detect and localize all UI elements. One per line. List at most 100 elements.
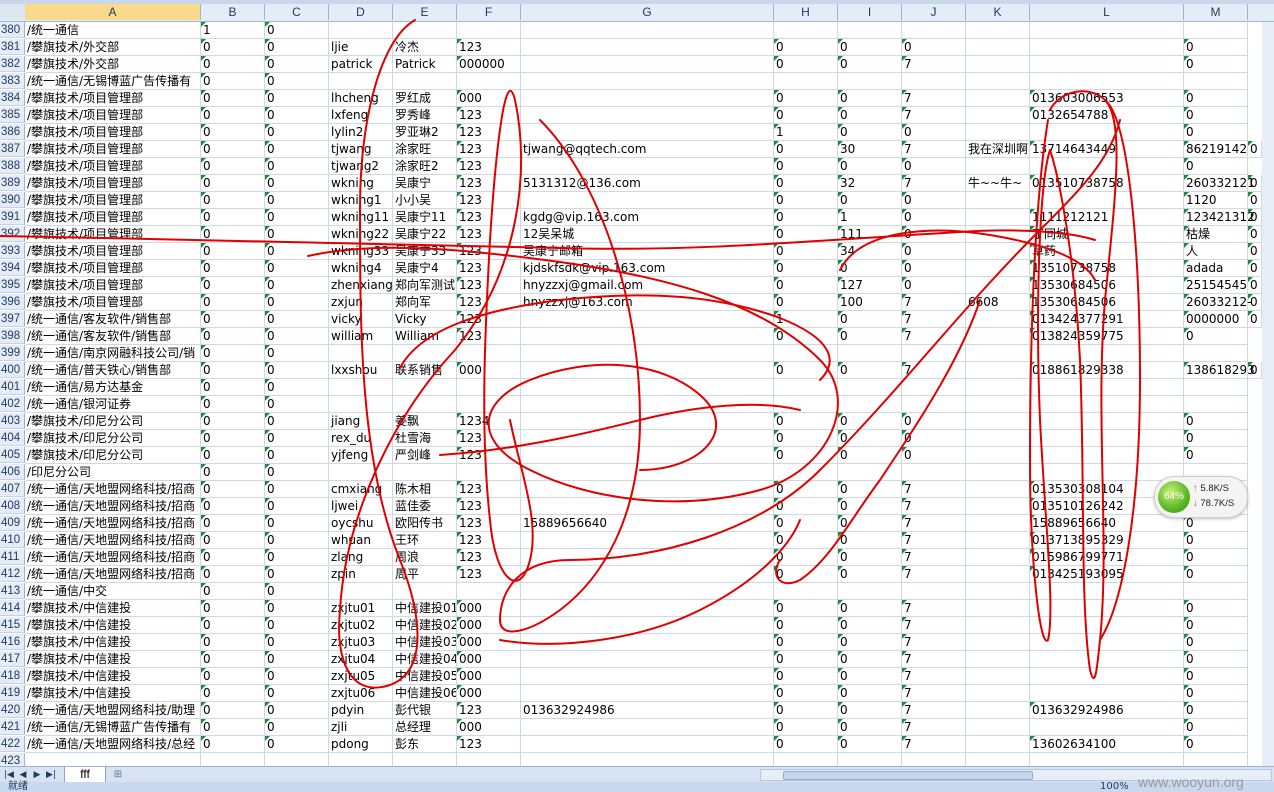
- cell-h[interactable]: [774, 379, 838, 396]
- cell-a[interactable]: /攀旗技术/中信建投: [25, 617, 201, 634]
- cell-b[interactable]: 0: [201, 447, 265, 464]
- cell-h[interactable]: 0: [774, 260, 838, 277]
- cell-h[interactable]: 0: [774, 549, 838, 566]
- cell-c[interactable]: 0: [265, 685, 329, 702]
- row-header[interactable]: 383: [0, 73, 25, 89]
- cell-l[interactable]: 015986799771: [1030, 549, 1184, 566]
- cell-f[interactable]: 000: [457, 685, 521, 702]
- cell-l[interactable]: 013713895329: [1030, 532, 1184, 549]
- cell-e[interactable]: [393, 396, 457, 413]
- cell-k[interactable]: [966, 107, 1030, 124]
- cell-i[interactable]: 0: [838, 362, 902, 379]
- cell-k[interactable]: [966, 753, 1030, 766]
- cell-j[interactable]: 7: [902, 736, 966, 753]
- cell-l[interactable]: 013632924986: [1030, 702, 1184, 719]
- cell-d[interactable]: wkning11: [329, 209, 393, 226]
- cell-f[interactable]: 123: [457, 311, 521, 328]
- cell-h[interactable]: 0: [774, 226, 838, 243]
- cell-i[interactable]: 111: [838, 226, 902, 243]
- cell-f[interactable]: 123: [457, 107, 521, 124]
- cell-m[interactable]: 0: [1184, 617, 1248, 634]
- cell-m[interactable]: 260332121: [1184, 175, 1255, 192]
- cell-b[interactable]: 0: [201, 328, 265, 345]
- row-header[interactable]: 397: [0, 311, 25, 327]
- cell-e[interactable]: 吴康宁4: [393, 260, 457, 277]
- cell-m[interactable]: 25154545: [1184, 277, 1248, 294]
- cell-l[interactable]: 13530684506: [1030, 277, 1184, 294]
- cell-d[interactable]: oycshu: [329, 515, 393, 532]
- cell-a[interactable]: /攀旗技术/外交部: [25, 56, 201, 73]
- cell-f[interactable]: 123: [457, 294, 521, 311]
- cell-k[interactable]: [966, 736, 1030, 753]
- cell-c[interactable]: 0: [265, 175, 329, 192]
- cell-b[interactable]: 0: [201, 192, 265, 209]
- cell-d[interactable]: lxfeng: [329, 107, 393, 124]
- cell-j[interactable]: 0: [902, 124, 966, 141]
- cell-n[interactable]: 0: [1248, 226, 1262, 243]
- cell-i[interactable]: 0: [838, 515, 902, 532]
- cell-i[interactable]: [838, 583, 902, 600]
- cell-a[interactable]: /攀旗技术/印尼分公司: [25, 430, 201, 447]
- cell-a[interactable]: /统一通信/天地盟网络科技/招商: [25, 481, 201, 498]
- cell-j[interactable]: 7: [902, 566, 966, 583]
- cell-j[interactable]: 0: [902, 260, 966, 277]
- cell-m[interactable]: 0: [1184, 447, 1248, 464]
- cell-k[interactable]: [966, 617, 1030, 634]
- cell-l[interactable]: [1030, 158, 1184, 175]
- cell-h[interactable]: 0: [774, 209, 838, 226]
- cell-c[interactable]: 0: [265, 668, 329, 685]
- cell-i[interactable]: 0: [838, 600, 902, 617]
- cell-k[interactable]: [966, 583, 1030, 600]
- cell-f[interactable]: 123: [457, 158, 521, 175]
- cell-f[interactable]: [457, 753, 521, 766]
- cell-d[interactable]: pdyin: [329, 702, 393, 719]
- cell-g[interactable]: [521, 107, 774, 124]
- cell-i[interactable]: 0: [838, 107, 902, 124]
- cell-i[interactable]: [838, 379, 902, 396]
- cell-d[interactable]: tjwang2: [329, 158, 393, 175]
- cell-f[interactable]: 000: [457, 362, 521, 379]
- cell-k[interactable]: [966, 702, 1030, 719]
- cell-j[interactable]: [902, 396, 966, 413]
- cell-a[interactable]: /统一通信/天地盟网络科技/招商: [25, 498, 201, 515]
- cell-e[interactable]: 中信建投04: [393, 651, 457, 668]
- cell-g[interactable]: [521, 158, 774, 175]
- cell-k[interactable]: [966, 464, 1030, 481]
- cell-k[interactable]: [966, 498, 1030, 515]
- cell-m[interactable]: 0: [1184, 532, 1248, 549]
- column-header-a[interactable]: A: [25, 4, 201, 20]
- column-header-m[interactable]: M: [1184, 4, 1248, 20]
- cell-i[interactable]: 0: [838, 498, 902, 515]
- cell-b[interactable]: 0: [201, 413, 265, 430]
- cell-a[interactable]: /攀旗技术/项目管理部: [25, 209, 201, 226]
- cell-a[interactable]: /攀旗技术/项目管理部: [25, 277, 201, 294]
- cell-g[interactable]: 12吴呆城: [521, 226, 774, 243]
- cell-j[interactable]: 0: [902, 39, 966, 56]
- cell-g[interactable]: [521, 22, 774, 39]
- cell-l[interactable]: [1030, 379, 1184, 396]
- cell-g[interactable]: [521, 345, 774, 362]
- cell-b[interactable]: 0: [201, 158, 265, 175]
- cell-i[interactable]: 127: [838, 277, 902, 294]
- cell-g[interactable]: [521, 56, 774, 73]
- cell-b[interactable]: 0: [201, 39, 265, 56]
- cell-g[interactable]: [521, 328, 774, 345]
- cell-g[interactable]: 吴康宁邮箱: [521, 243, 774, 260]
- row-header[interactable]: 403: [0, 413, 25, 429]
- cell-j[interactable]: 7: [902, 481, 966, 498]
- cell-h[interactable]: 1: [774, 311, 838, 328]
- row-header[interactable]: 385: [0, 107, 25, 123]
- cell-g[interactable]: [521, 430, 774, 447]
- first-sheet-icon[interactable]: |◀: [4, 769, 14, 781]
- cell-h[interactable]: [774, 22, 838, 39]
- cell-a[interactable]: /攀旗技术/项目管理部: [25, 260, 201, 277]
- network-speed-widget[interactable]: 64% ↑ 5.8K/S ↓ 78.7K/S: [1154, 476, 1248, 518]
- cell-g[interactable]: [521, 39, 774, 56]
- cell-c[interactable]: 0: [265, 90, 329, 107]
- cell-f[interactable]: 123: [457, 566, 521, 583]
- cell-d[interactable]: zjli: [329, 719, 393, 736]
- cell-l[interactable]: [1030, 651, 1184, 668]
- cell-i[interactable]: 0: [838, 192, 902, 209]
- row-header[interactable]: 399: [0, 345, 25, 361]
- cell-g[interactable]: [521, 634, 774, 651]
